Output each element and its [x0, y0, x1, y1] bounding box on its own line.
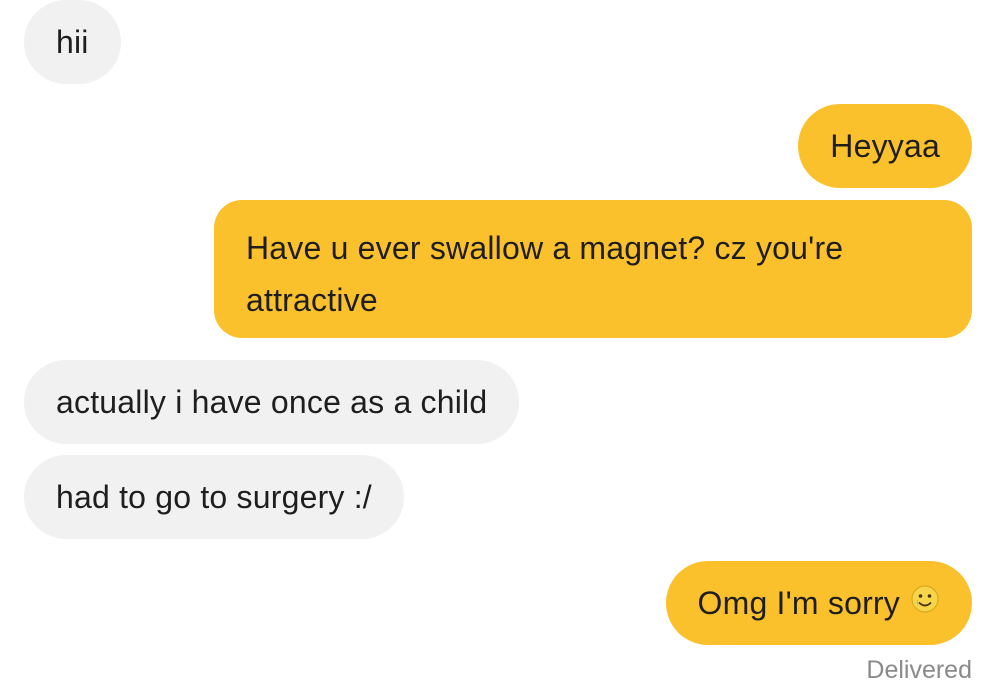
incoming-message-bubble[interactable]: actually i have once as a child	[24, 360, 520, 444]
outgoing-message-bubble[interactable]: Have u ever swallow a magnet? cz you're …	[214, 200, 972, 338]
message-text: Have u ever swallow a magnet? cz you're …	[246, 230, 844, 318]
message-text: Omg I'm sorry	[697, 585, 900, 621]
message-text: had to go to surgery :/	[56, 479, 372, 515]
message-text: hii	[56, 24, 89, 60]
message-text: Heyyaa	[830, 128, 940, 164]
smiling-face-with-tear-icon	[910, 577, 940, 629]
incoming-message-bubble[interactable]: had to go to surgery :/	[24, 455, 404, 539]
delivery-status: Delivered	[866, 656, 972, 684]
outgoing-message-bubble[interactable]: Omg I'm sorry	[665, 561, 972, 645]
outgoing-message-bubble[interactable]: Heyyaa	[798, 104, 972, 188]
message-text: actually i have once as a child	[56, 384, 488, 420]
incoming-message-bubble[interactable]: hii	[24, 0, 121, 84]
chat-thread: hii Heyyaa Have u ever swallow a magnet?…	[0, 0, 1000, 700]
